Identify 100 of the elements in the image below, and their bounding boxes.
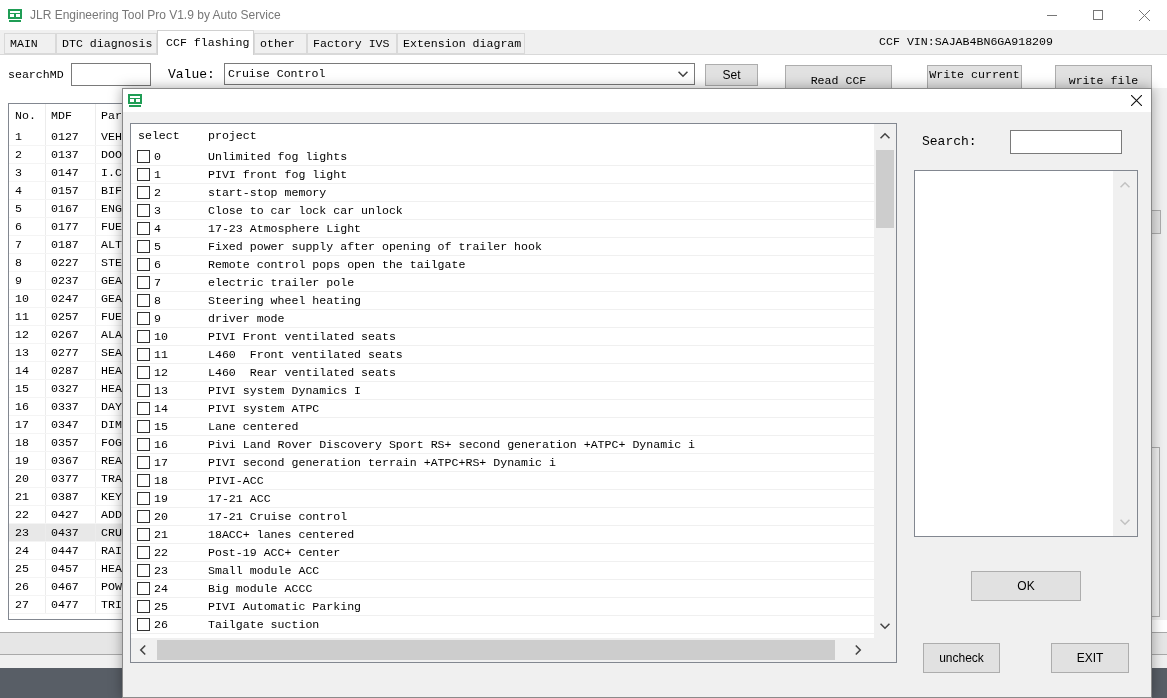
checkbox[interactable]: [137, 186, 150, 199]
read-ccf-button[interactable]: Read CCF: [785, 65, 892, 88]
table-cell-text: 15: [14, 381, 30, 397]
checkbox[interactable]: [137, 582, 150, 595]
table-cell: 0467: [45, 578, 95, 595]
checkbox[interactable]: [137, 384, 150, 397]
tab[interactable]: other: [254, 33, 307, 54]
table-row[interactable]: 9 0237 GEA: [9, 272, 122, 290]
checkbox[interactable]: [137, 492, 150, 505]
row-number: 0: [154, 149, 161, 165]
table-row[interactable]: 13 0277 SEA: [9, 344, 122, 362]
table-row[interactable]: 15 0327 HEA: [9, 380, 122, 398]
column-header: select: [137, 128, 181, 145]
row-number: 10: [154, 329, 168, 345]
checkbox[interactable]: [137, 276, 150, 289]
table-row[interactable]: 10 0247 GEA: [9, 290, 122, 308]
table-row[interactable]: 8 0227 STE: [9, 254, 122, 272]
checkbox[interactable]: [137, 240, 150, 253]
maximize-icon: [1093, 10, 1103, 20]
value-dropdown[interactable]: Cruise Control: [224, 63, 695, 85]
table-cell: 0267: [45, 326, 95, 343]
checkbox[interactable]: [137, 168, 150, 181]
table-row[interactable]: 3 0147 I.C: [9, 164, 122, 182]
checkbox[interactable]: [137, 474, 150, 487]
checkbox[interactable]: [137, 618, 150, 631]
checkbox[interactable]: [137, 150, 150, 163]
table-row[interactable]: 21 0387 KEY: [9, 488, 122, 506]
chevron-down-icon: [678, 69, 688, 79]
write-file-button[interactable]: write file: [1055, 65, 1152, 88]
table-cell: 0227: [45, 254, 95, 271]
row-number: 11: [154, 347, 168, 363]
checkbox[interactable]: [137, 330, 150, 343]
tab[interactable]: Extension diagram: [397, 33, 525, 54]
project-name: 18ACC+ lanes centered: [207, 527, 355, 543]
write-current-button[interactable]: Write current: [927, 65, 1022, 88]
row-number: 7: [154, 275, 161, 291]
checkbox[interactable]: [137, 294, 150, 307]
table-cell-text: 12: [14, 327, 30, 343]
checkbox[interactable]: [137, 402, 150, 415]
table-row[interactable]: 6 0177 FUE: [9, 218, 122, 236]
checkbox[interactable]: [137, 366, 150, 379]
ok-button[interactable]: OK: [971, 571, 1081, 601]
project-name: start-stop memory: [207, 185, 327, 201]
checkbox[interactable]: [137, 528, 150, 541]
table-row[interactable]: 20 0377 TRA: [9, 470, 122, 488]
search-md-label: searchMD: [8, 67, 64, 83]
table-row[interactable]: 11 0257 FUE: [9, 308, 122, 326]
table-cell: 0377: [45, 470, 95, 487]
tab[interactable]: CCF flashing: [157, 30, 254, 55]
checkbox[interactable]: [137, 258, 150, 271]
table-row[interactable]: 16 0337 DAY: [9, 398, 122, 416]
table-cell: 0347: [45, 416, 95, 433]
table-row[interactable]: 25 0457 HEA: [9, 560, 122, 578]
table-row[interactable]: 12 0267 ALA: [9, 326, 122, 344]
checkbox[interactable]: [137, 312, 150, 325]
tab[interactable]: Factory IVS: [307, 33, 397, 54]
chevron-right-icon: [853, 645, 863, 655]
checkbox[interactable]: [137, 204, 150, 217]
table-row[interactable]: 7 0187 ALT: [9, 236, 122, 254]
exit-button[interactable]: EXIT: [1051, 643, 1129, 673]
table-row[interactable]: 19 0367 REA: [9, 452, 122, 470]
table-row[interactable]: 2 0137 DOO: [9, 146, 122, 164]
table-row[interactable]: 27 0477 TRI: [9, 596, 122, 614]
checkbox[interactable]: [137, 222, 150, 235]
table-row[interactable]: 26 0467 POW: [9, 578, 122, 596]
project-name: 17-23 Atmosphere Light: [207, 221, 362, 237]
checkbox[interactable]: [137, 564, 150, 577]
checkbox[interactable]: [137, 456, 150, 469]
row-number: 24: [154, 581, 168, 597]
table-row[interactable]: 22 0427 ADD: [9, 506, 122, 524]
checkbox[interactable]: [137, 438, 150, 451]
table-cell: 0437: [45, 524, 95, 541]
table-row[interactable]: 18 0357 FOG: [9, 434, 122, 452]
checkbox[interactable]: [137, 600, 150, 613]
scrollbar-thumb[interactable]: [876, 150, 894, 228]
project-name: PIVI Front ventilated seats: [207, 329, 396, 345]
checkbox[interactable]: [137, 420, 150, 433]
tab[interactable]: DTC diagnosis: [56, 33, 157, 54]
search-field[interactable]: [1010, 130, 1122, 154]
app-icon: [128, 94, 142, 107]
checkbox[interactable]: [137, 348, 150, 361]
checkbox[interactable]: [137, 546, 150, 559]
table-row[interactable]: 14 0287 HEA: [9, 362, 122, 380]
checkbox[interactable]: [137, 510, 150, 523]
table-cell-text: 8: [14, 255, 23, 271]
set-button[interactable]: Set: [705, 64, 758, 86]
table-row[interactable]: 4 0157 BIF: [9, 182, 122, 200]
table-row[interactable]: 17 0347 DIM: [9, 416, 122, 434]
tab[interactable]: MAIN: [4, 33, 56, 54]
table-cell: 0427: [45, 506, 95, 523]
search-md-field[interactable]: [71, 63, 151, 86]
table-cell-text: 25: [14, 561, 30, 577]
uncheck-button[interactable]: uncheck: [923, 643, 1000, 673]
vertical-scrollbar[interactable]: [874, 124, 896, 638]
table-row[interactable]: 5 0167 ENG: [9, 200, 122, 218]
table-row[interactable]: 23 0437 CRU: [9, 524, 122, 542]
horizontal-scrollbar[interactable]: [131, 638, 896, 662]
table-row[interactable]: 1 0127 VEH: [9, 128, 122, 146]
table-row[interactable]: 24 0447 RAI: [9, 542, 122, 560]
scrollbar-thumb[interactable]: [157, 640, 835, 660]
